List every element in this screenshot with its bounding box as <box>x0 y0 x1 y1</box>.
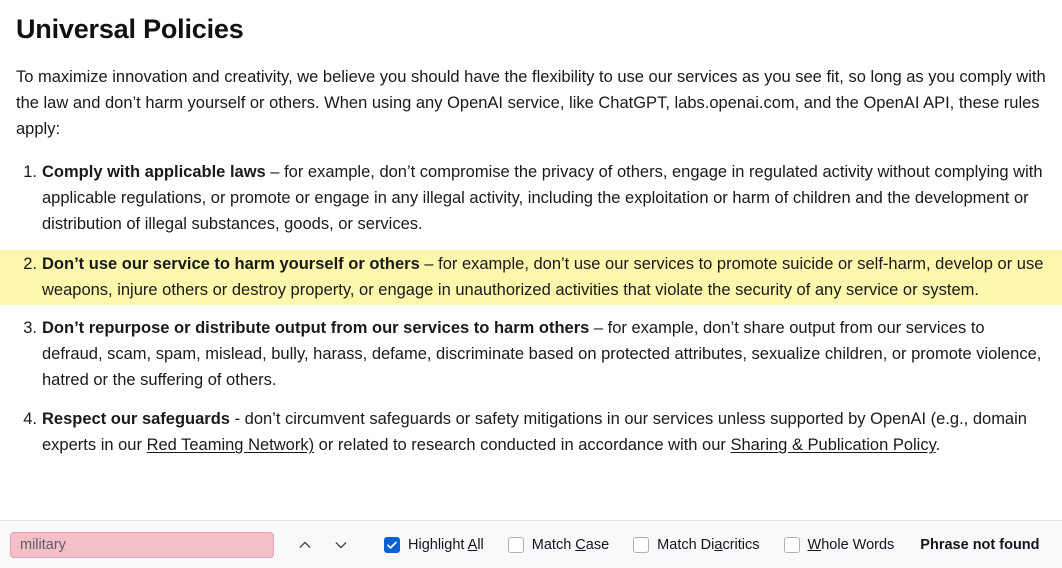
policy-list: Comply with applicable laws – for exampl… <box>0 159 1062 458</box>
checkbox-highlight-all[interactable] <box>384 536 400 553</box>
option-whole-words[interactable]: Whole Words <box>783 536 895 553</box>
policy-body-4-part3: . <box>935 436 941 455</box>
checkmark-icon <box>386 539 398 551</box>
policy-body-4-part2: or related to research conducted in acco… <box>314 436 731 455</box>
find-input[interactable] <box>10 531 274 558</box>
checkbox-match-diacritics[interactable] <box>633 536 650 553</box>
option-label-match-diacritics: Match Diacritics <box>657 536 760 553</box>
policy-item-1: Comply with applicable laws – for exampl… <box>0 159 1062 237</box>
find-next-button[interactable] <box>326 531 356 559</box>
option-match-case[interactable]: Match Case <box>507 536 610 553</box>
link-sharing-publication-policy[interactable]: Sharing & Publication Policy <box>730 436 935 454</box>
policy-item-4: Respect our safeguards - don’t circumven… <box>0 406 1062 458</box>
option-label-highlight-all: Highlight All <box>408 536 484 553</box>
option-label-whole-words: Whole Words <box>807 536 895 553</box>
findbar: Highlight All Match Case Match Diacritic… <box>0 520 1062 568</box>
document-content-pane: Universal Policies To maximize innovatio… <box>0 0 1062 520</box>
option-label-match-case: Match Case <box>531 536 610 553</box>
chevron-down-icon <box>333 537 349 553</box>
intro-paragraph: To maximize innovation and creativity, w… <box>16 68 1046 139</box>
policy-item-2: Don’t use our service to harm yourself o… <box>0 250 1062 306</box>
policy-term-4: Respect our safeguards <box>42 410 230 429</box>
policy-term-2: Don’t use our service to harm yourself o… <box>42 255 420 274</box>
find-previous-button[interactable] <box>290 531 320 559</box>
policy-term-1: Comply with applicable laws <box>42 163 266 182</box>
option-match-diacritics[interactable]: Match Diacritics <box>633 536 760 553</box>
option-highlight-all[interactable]: Highlight All <box>384 536 484 553</box>
find-status-message: Phrase not found <box>920 536 1040 553</box>
chevron-up-icon <box>297 537 313 553</box>
checkbox-whole-words[interactable] <box>783 536 800 553</box>
checkbox-match-case[interactable] <box>507 536 524 553</box>
policy-item-3: Don’t repurpose or distribute output fro… <box>0 315 1062 393</box>
page-title: Universal Policies <box>16 14 244 44</box>
link-red-teaming-network[interactable]: Red Teaming Network) <box>147 436 315 454</box>
policy-term-3: Don’t repurpose or distribute output fro… <box>42 319 590 338</box>
